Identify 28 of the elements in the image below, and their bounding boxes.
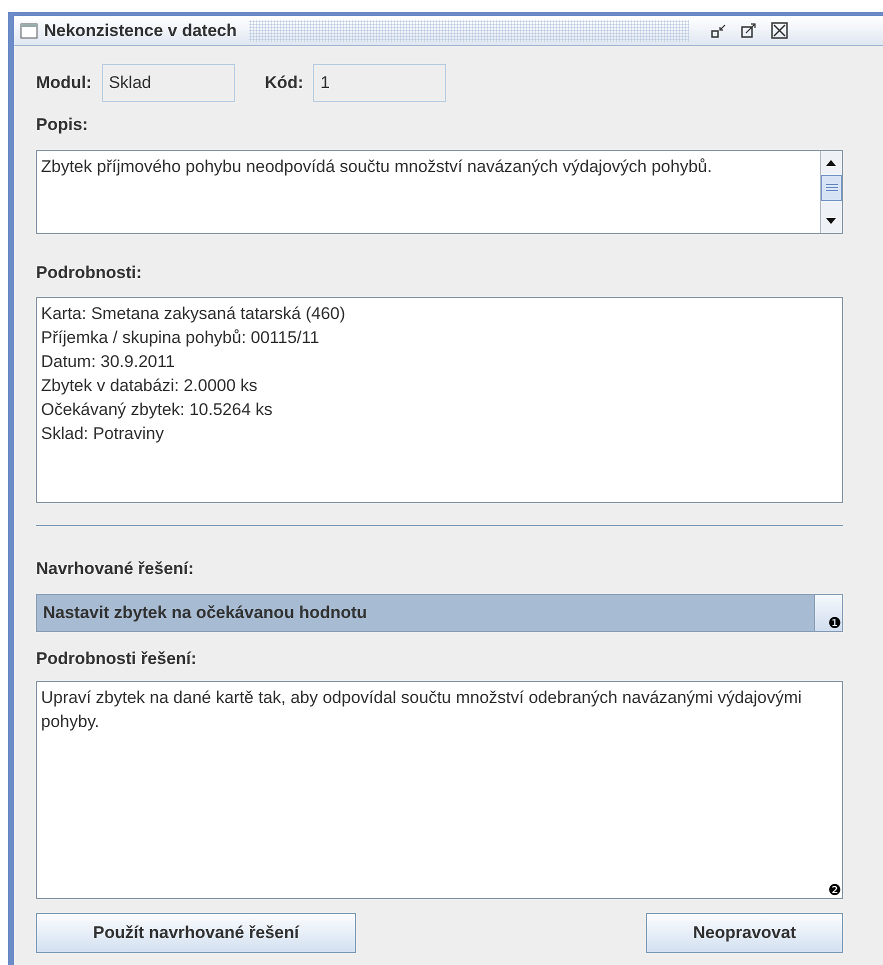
section-label: Podrobnosti řešení: <box>36 648 198 670</box>
close-icon[interactable] <box>770 22 788 39</box>
callout-marker: ❷ <box>828 883 841 898</box>
action-button[interactable]: Neopravovat <box>646 913 843 953</box>
description-text: Zbytek příjmového pohybu neodpovídá součtu množství navázaných výdajových pohybů. <box>40 156 713 178</box>
solution-dropdown[interactable]: Nastavit zbytek na očekávanou hodnotu ❶ <box>36 594 843 632</box>
details-line: Datum: 30.9.2011 <box>41 351 176 373</box>
details-line: Očekávaný zbytek: 10.5264 ks <box>41 399 274 421</box>
section-label: Popis: <box>36 114 89 136</box>
field-value: Sklad <box>102 64 235 102</box>
scrollbar[interactable] <box>820 150 842 232</box>
window-icon <box>20 22 38 38</box>
section-label: Navrhované řešení: <box>36 558 195 580</box>
minimize-icon[interactable] <box>710 22 727 38</box>
scroll-thumb[interactable] <box>821 174 842 200</box>
callout-marker: ❶ <box>828 616 841 630</box>
action-button[interactable]: Použít navrhované řešení <box>36 913 356 953</box>
details-line: Sklad: Potraviny <box>41 423 165 445</box>
field-label: Kód: <box>264 72 304 94</box>
field-value: 1 <box>313 64 446 102</box>
field-label: Modul: <box>36 72 92 94</box>
details-line: Karta: Smetana zakysaná tatarská (460) <box>41 303 346 325</box>
details-line: Příjemka / skupina pohybů: 00115/11 <box>41 327 320 349</box>
maximize-icon[interactable] <box>740 22 757 38</box>
details-line: Zbytek v databázi: 2.0000 ks <box>41 375 258 397</box>
section-label: Podrobnosti: <box>36 262 143 284</box>
solution-details-text: Upraví zbytek na dané kartě tak, aby odpovídal součtu množství odebraných navázanými výdajovými pohyby. <box>41 687 803 733</box>
window-title: Nekonzistence v datech <box>44 20 237 42</box>
